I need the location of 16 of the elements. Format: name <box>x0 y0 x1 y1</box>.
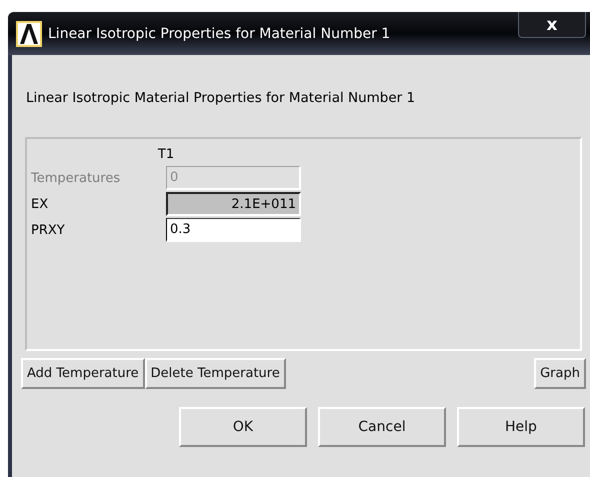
dialog-button[interactable]: OK <box>179 407 307 447</box>
window-title: Linear Isotropic Properties for Material Number 1 <box>48 26 390 42</box>
logo-icon <box>16 20 42 46</box>
property-label: PRXY <box>31 222 66 238</box>
graph-button[interactable]: Graph <box>534 358 586 389</box>
close-button[interactable]: x <box>518 12 586 38</box>
property-label: Temperatures <box>31 170 122 186</box>
property-label: EX <box>31 196 50 212</box>
column-header: T1 <box>158 147 174 162</box>
dialog-heading: Linear Isotropic Material Properties for Material Number 1 <box>26 90 416 106</box>
dialog-button[interactable]: Help <box>457 407 585 447</box>
value-field[interactable]: 0.3 <box>166 218 301 242</box>
value-field[interactable]: 2.1E+011 <box>166 192 301 216</box>
dialog-button[interactable]: Cancel <box>318 407 446 447</box>
temperature-button[interactable]: Add Temperature <box>21 358 145 389</box>
temperature-button[interactable]: Delete Temperature <box>144 358 286 389</box>
